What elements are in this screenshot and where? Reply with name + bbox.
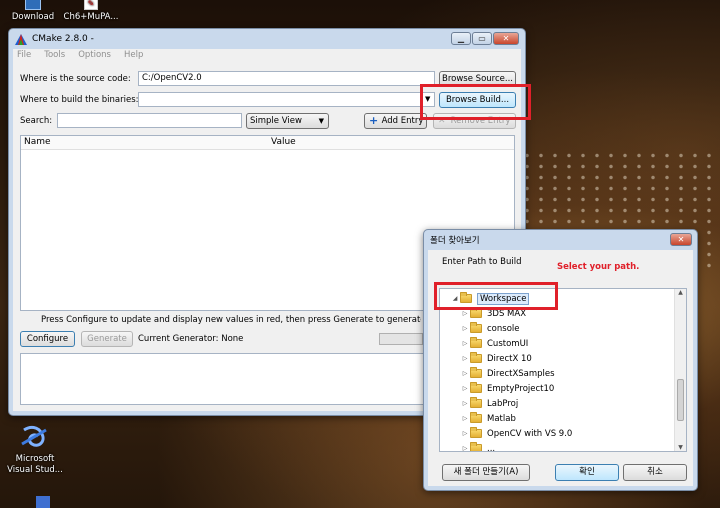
desktop-icon-label: Microsoft Visual Stud... <box>7 454 63 475</box>
folder-icon <box>470 397 482 408</box>
tree-item[interactable]: ▷ ... <box>460 441 496 452</box>
tree-item-label: DirectXSamples <box>487 368 555 379</box>
collapsed-arrow-icon: ▷ <box>462 355 468 362</box>
desktop-icon-label: Ch6+MuPA... <box>63 12 119 22</box>
folder-icon <box>470 427 482 438</box>
column-header-name[interactable]: Name <box>24 137 51 147</box>
tree-item-label: DirectX 10 <box>487 353 532 364</box>
menu-tools[interactable]: Tools <box>44 50 65 62</box>
window-title: CMake 2.8.0 - <box>32 34 94 44</box>
current-generator-label: Current Generator: None <box>138 334 244 344</box>
source-path-field[interactable]: C:/OpenCV2.0 <box>138 71 435 86</box>
binaries-path-combo[interactable] <box>138 92 435 107</box>
column-header-value[interactable]: Value <box>271 137 296 147</box>
tree-item-label: ... <box>487 443 496 452</box>
folder-icon <box>470 352 482 363</box>
collapsed-arrow-icon: ▷ <box>462 415 468 422</box>
shortcut-icon <box>25 0 41 10</box>
cmake-logo-icon <box>15 33 27 45</box>
desktop-icon-download[interactable]: Download <box>8 0 58 23</box>
tree-item-label: console <box>487 323 520 334</box>
configure-button[interactable]: Configure <box>20 331 75 347</box>
new-folder-button[interactable]: 새 폴더 만들기(A) <box>442 464 530 481</box>
close-button[interactable]: ✕ <box>493 32 519 45</box>
desktop-icon-label: Download <box>11 12 55 22</box>
add-entry-label: Add Entry <box>381 116 424 126</box>
taskbar-icon[interactable] <box>36 496 50 508</box>
desktop-icon-pdf[interactable]: ✎ Ch6+MuPA... <box>60 0 122 23</box>
highlight-box <box>434 282 558 310</box>
tree-item[interactable]: ▷ Matlab <box>460 411 516 426</box>
tree-scrollbar[interactable]: ▲ ▼ <box>674 289 686 451</box>
tree-item[interactable]: ▷ DirectX 10 <box>460 351 532 366</box>
tree-item-label: OpenCV with VS 9.0 <box>487 428 573 439</box>
highlight-box <box>420 84 531 120</box>
maximize-button[interactable]: ▭ <box>472 32 492 45</box>
tree-item[interactable]: ▷ OpenCV with VS 9.0 <box>460 426 572 441</box>
menu-options[interactable]: Options <box>78 50 111 62</box>
folder-icon <box>470 412 482 423</box>
desktop-icon-visual-studio[interactable]: Microsoft Visual Stud... <box>4 424 66 476</box>
folder-icon <box>470 382 482 393</box>
folder-icon <box>470 367 482 378</box>
scrollbar-thumb[interactable] <box>677 379 684 421</box>
tree-item-label: LabProj <box>487 398 519 409</box>
collapsed-arrow-icon: ▷ <box>462 340 468 347</box>
view-select-value: Simple View <box>250 116 302 126</box>
view-select[interactable]: Simple View ▼ <box>246 113 329 129</box>
annotation-text: Select your path. <box>557 262 640 272</box>
folder-icon <box>470 322 482 333</box>
generate-button[interactable]: Generate <box>81 331 133 347</box>
dialog-title: 폴더 찾아보기 <box>430 236 480 246</box>
tree-item-label: EmptyProject10 <box>487 383 555 394</box>
folder-icon <box>470 307 482 318</box>
tree-item[interactable]: ▷ console <box>460 321 519 336</box>
visual-studio-icon <box>20 424 50 452</box>
output-log[interactable] <box>20 353 430 405</box>
collapsed-arrow-icon: ▷ <box>462 385 468 392</box>
chevron-down-icon: ▼ <box>318 117 324 125</box>
tree-item-label: CustomUI <box>487 338 529 349</box>
pdf-icon: ✎ <box>84 0 98 10</box>
scroll-down-icon[interactable]: ▼ <box>675 444 686 451</box>
dialog-titlebar[interactable]: 폴더 찾아보기 ✕ <box>424 230 697 250</box>
scroll-up-icon[interactable]: ▲ <box>675 289 686 296</box>
minimize-button[interactable]: ▁ <box>451 32 471 45</box>
tree-item[interactable]: ▷ EmptyProject10 <box>460 381 554 396</box>
search-label: Search: <box>20 116 53 126</box>
progress-bar <box>379 333 423 345</box>
table-header: Name Value <box>21 136 514 150</box>
collapsed-arrow-icon: ▷ <box>462 310 468 317</box>
cmake-titlebar[interactable]: CMake 2.8.0 - ▁ ▭ ✕ <box>9 29 525 49</box>
folder-icon <box>470 337 482 348</box>
collapsed-arrow-icon: ▷ <box>462 400 468 407</box>
collapsed-arrow-icon: ▷ <box>462 370 468 377</box>
tree-item[interactable]: ▷ LabProj <box>460 396 518 411</box>
menu-bar: File Tools Options Help <box>17 50 143 62</box>
ok-button[interactable]: 확인 <box>555 464 619 481</box>
collapsed-arrow-icon: ▷ <box>462 325 468 332</box>
folder-browser-dialog: 폴더 찾아보기 ✕ Enter Path to Build Select you… <box>423 229 698 491</box>
tree-item-label: 3DS MAX <box>487 308 527 319</box>
hint-text: Press Configure to update and display ne… <box>41 315 421 325</box>
collapsed-arrow-icon: ▷ <box>462 445 468 452</box>
folder-tree[interactable]: ◢ Workspace ▷ 3DS MAX ▷ console ▷ Custom… <box>439 288 687 452</box>
dialog-prompt: Enter Path to Build <box>442 257 522 267</box>
cancel-button[interactable]: 취소 <box>623 464 687 481</box>
tree-item[interactable]: ▷ DirectXSamples <box>460 366 555 381</box>
tree-item-label: Matlab <box>487 413 516 424</box>
dialog-close-button[interactable]: ✕ <box>670 233 692 246</box>
binaries-label: Where to build the binaries: <box>20 95 139 105</box>
add-entry-button[interactable]: + Add Entry <box>364 113 427 129</box>
menu-help[interactable]: Help <box>124 50 143 62</box>
collapsed-arrow-icon: ▷ <box>462 430 468 437</box>
search-input[interactable] <box>57 113 242 128</box>
tree-item[interactable]: ▷ CustomUI <box>460 336 528 351</box>
plus-icon: + <box>369 114 379 127</box>
folder-icon <box>470 442 482 451</box>
menu-file[interactable]: File <box>17 50 31 62</box>
source-label: Where is the source code: <box>20 74 131 84</box>
